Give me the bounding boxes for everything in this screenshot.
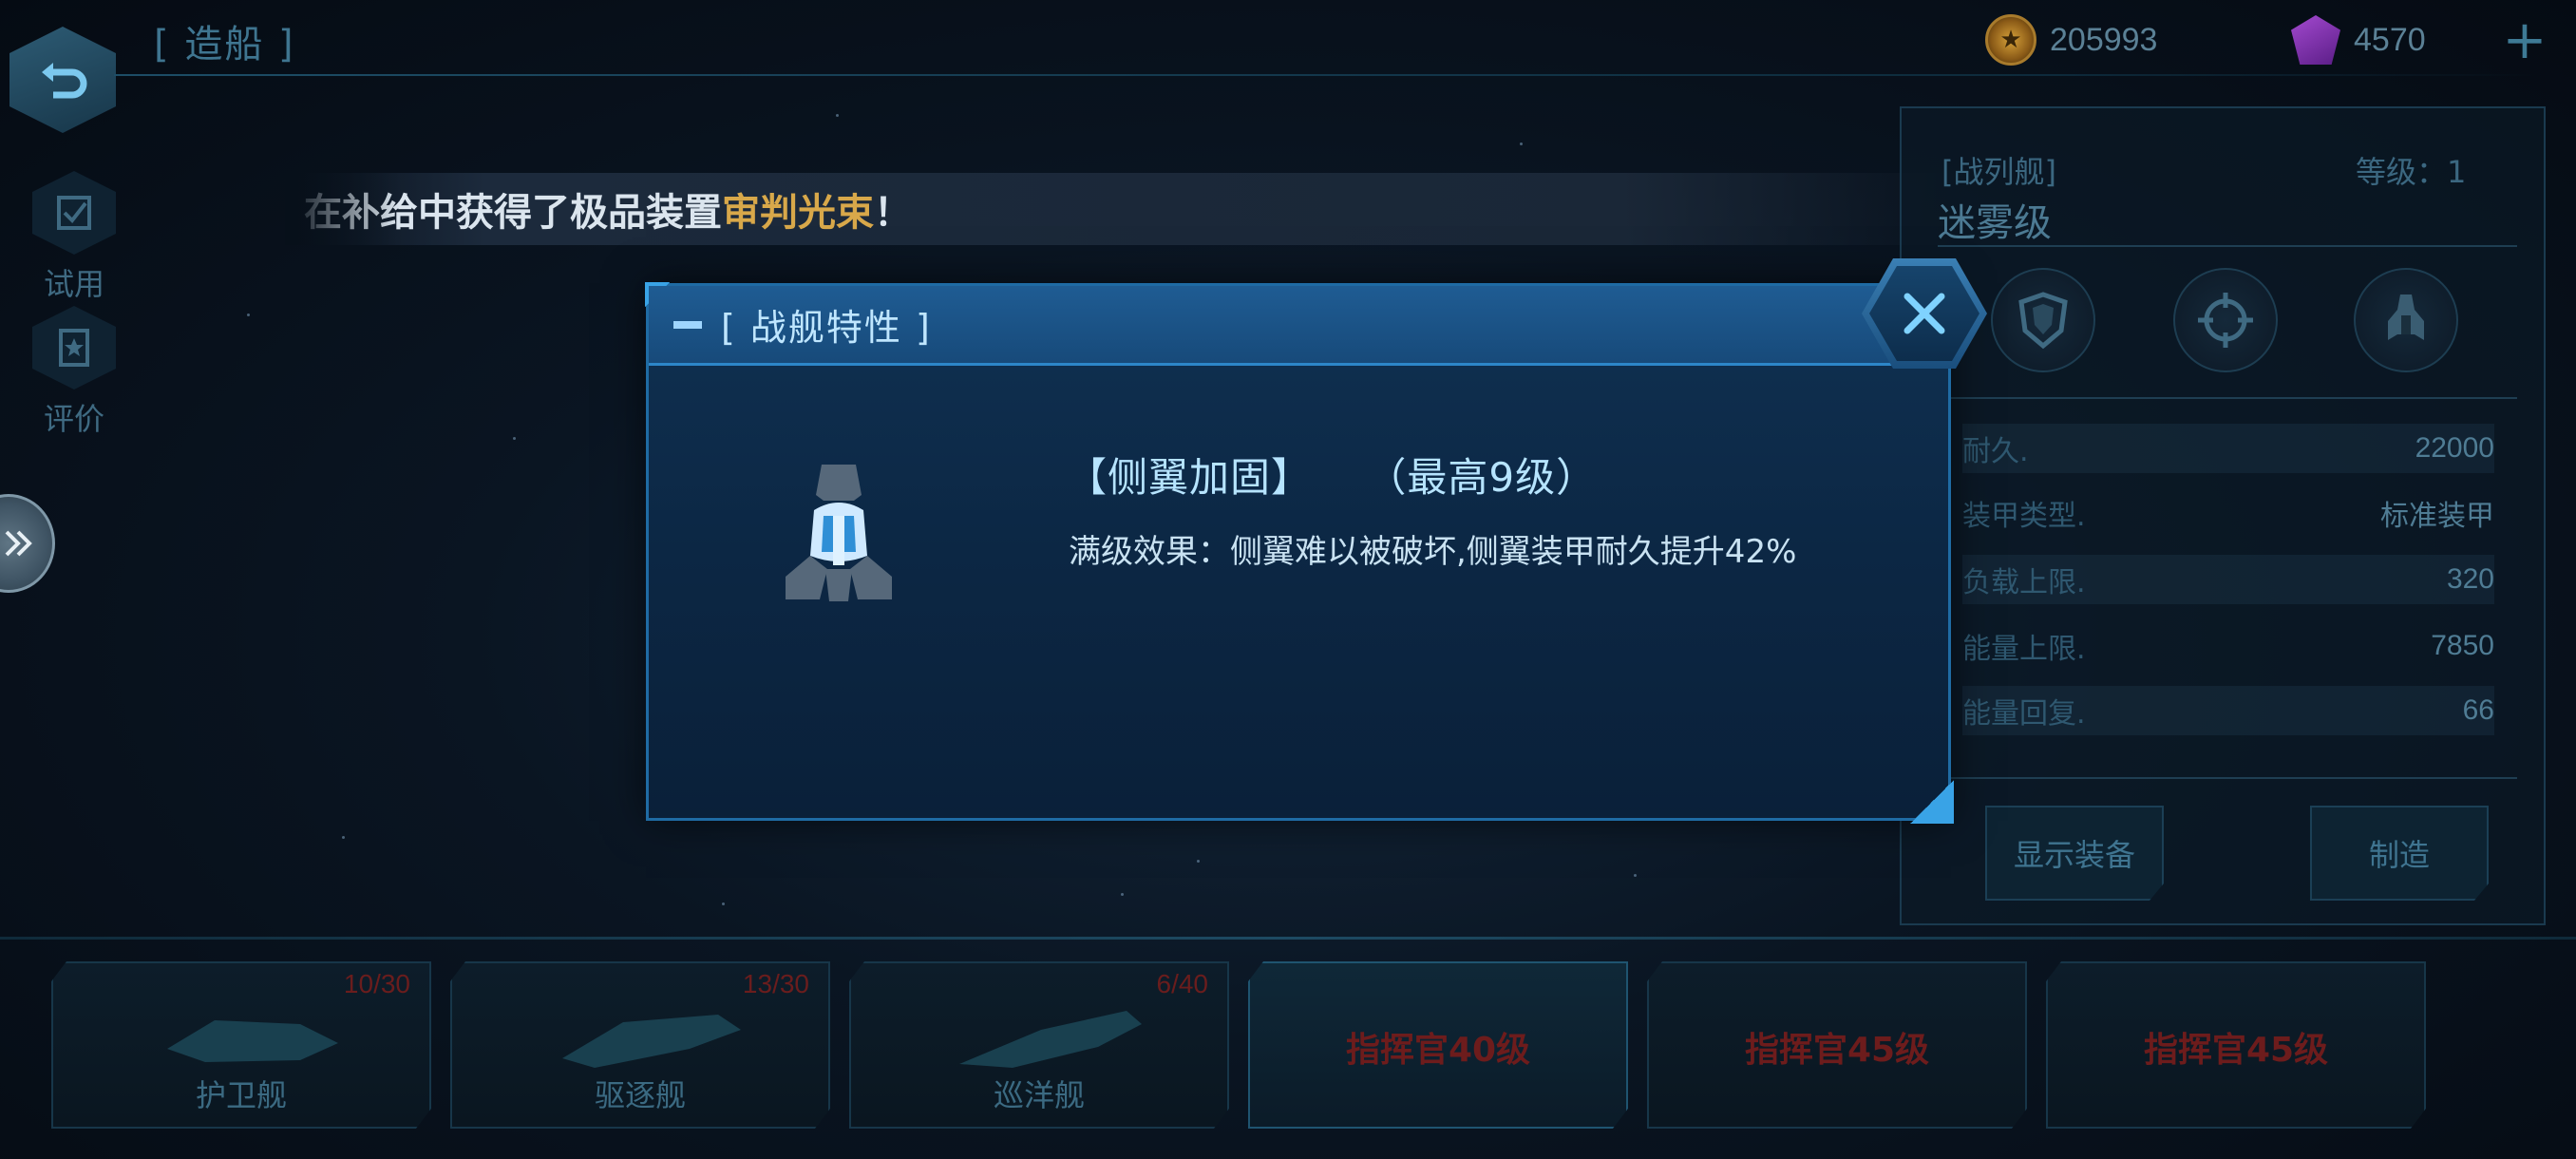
ship-card-escort[interactable]: 10/30 护卫舰	[51, 961, 431, 1129]
bottom-divider	[0, 937, 2576, 940]
stat-row: 负载上限. 320	[1962, 555, 2494, 604]
review-button[interactable]: 评价	[21, 306, 127, 437]
escort-ship-icon	[167, 1020, 338, 1062]
trait-title: 【侧翼加固】 （最高9级）	[1067, 446, 1597, 504]
stat-row: 能量回复. 66	[1962, 686, 2494, 735]
ship-name: 迷雾级	[1938, 201, 2052, 245]
flank-armor-ship-icon	[786, 465, 892, 601]
stat-value: 66	[2462, 694, 2494, 726]
ship-type-name: 巡洋舰	[993, 1077, 1085, 1113]
show-equipment-button[interactable]: 显示装备	[1985, 806, 2164, 901]
build-button[interactable]: 制造	[2310, 806, 2489, 901]
back-arrow-icon	[42, 63, 87, 99]
stat-value: 320	[2446, 563, 2494, 595]
unlock-requirement: 指挥官40级	[1345, 1031, 1531, 1070]
ship-count: 6/40	[1156, 969, 1209, 998]
coin-counter: ★ 205993	[1985, 11, 2157, 68]
destroyer-ship-icon	[562, 1015, 741, 1068]
ship-card-locked-2[interactable]: 指挥官45级	[1647, 961, 2027, 1129]
dialog-title: [ 战舰特性 ]	[721, 307, 932, 349]
stat-row: 装甲类型. 标准装甲	[1962, 488, 2494, 538]
gem-icon	[2291, 15, 2340, 65]
checkbox-icon	[32, 171, 116, 255]
notice-item-name: 审判光束	[722, 191, 874, 235]
cruiser-ship-icon	[959, 1011, 1142, 1068]
unlock-requirement: 指挥官45级	[1744, 1031, 1930, 1070]
stat-label: 装甲类型.	[1962, 500, 2086, 533]
reward-notice-banner: 在补给中获得了极品装置 审判光束 ！	[285, 173, 1957, 245]
trial-button[interactable]: 试用	[21, 171, 127, 302]
double-chevron-right-icon	[5, 530, 32, 557]
ship-card-locked-1[interactable]: 指挥官40级	[1248, 961, 1628, 1129]
stat-label: 能量上限.	[1962, 633, 2086, 666]
ship-count: 10/30	[343, 969, 410, 998]
coin-icon: ★	[1985, 14, 2036, 66]
ship-card-cruiser[interactable]: 6/40 巡洋舰	[849, 961, 1229, 1129]
panel-divider	[1938, 397, 2517, 399]
ship-count: 13/30	[742, 969, 809, 998]
trial-label: 试用	[43, 266, 104, 302]
ship-trait-dialog: [ 战舰特性 ] 【侧翼加固】 （最高9级） 满级效果：侧翼难以被破坏,侧翼装甲…	[645, 282, 1954, 824]
review-star-icon	[32, 306, 116, 390]
panel-divider	[1938, 777, 2517, 779]
ship-class: [战列舰]	[1941, 154, 2056, 190]
ship-card-locked-3[interactable]: 指挥官45级	[2046, 961, 2426, 1129]
trait-effect-text: 满级效果：侧翼难以被破坏,侧翼装甲耐久提升42%	[1069, 533, 1797, 571]
notice-suffix: ！	[874, 191, 912, 235]
coin-value: 205993	[2050, 21, 2158, 58]
trait-name: 【侧翼加固】	[1067, 454, 1313, 501]
stat-label: 负载上限.	[1962, 566, 2086, 599]
gem-counter: 4570	[2291, 11, 2426, 68]
back-button[interactable]	[9, 27, 116, 133]
ship-type-name: 驱逐舰	[594, 1077, 686, 1113]
stat-row: 耐久. 22000	[1962, 424, 2494, 473]
ship-card-destroyer[interactable]: 13/30 驱逐舰	[450, 961, 830, 1129]
stat-label: 能量回复.	[1962, 697, 2086, 731]
ship-level: 等级：1	[2356, 154, 2467, 190]
trait-max-level: （最高9级）	[1366, 454, 1598, 501]
ship-wing-icon[interactable]	[2354, 268, 2458, 372]
stat-value: 标准装甲	[2380, 501, 2494, 532]
close-x-icon	[1904, 293, 1945, 334]
panel-divider	[1938, 245, 2517, 247]
collapse-dash-icon	[673, 320, 702, 329]
gem-value: 4570	[2354, 21, 2426, 58]
review-label: 评价	[43, 401, 104, 437]
stat-value: 7850	[2431, 630, 2494, 661]
header-divider	[114, 74, 2536, 76]
stat-row: 能量上限. 7850	[1962, 621, 2494, 671]
target-crosshair-icon[interactable]	[2173, 268, 2278, 372]
stat-value: 22000	[2415, 432, 2494, 464]
armor-shield-icon[interactable]	[1991, 268, 2095, 372]
expand-side-menu-button[interactable]	[0, 494, 55, 593]
dialog-header: [ 战舰特性 ]	[649, 286, 1948, 366]
unlock-requirement: 指挥官45级	[2143, 1031, 2329, 1070]
ship-type-name: 护卫舰	[195, 1077, 287, 1113]
screen-title: [ 造船 ]	[154, 23, 295, 66]
add-currency-button[interactable]: +	[2477, 6, 2572, 74]
stat-label: 耐久.	[1962, 435, 2029, 468]
